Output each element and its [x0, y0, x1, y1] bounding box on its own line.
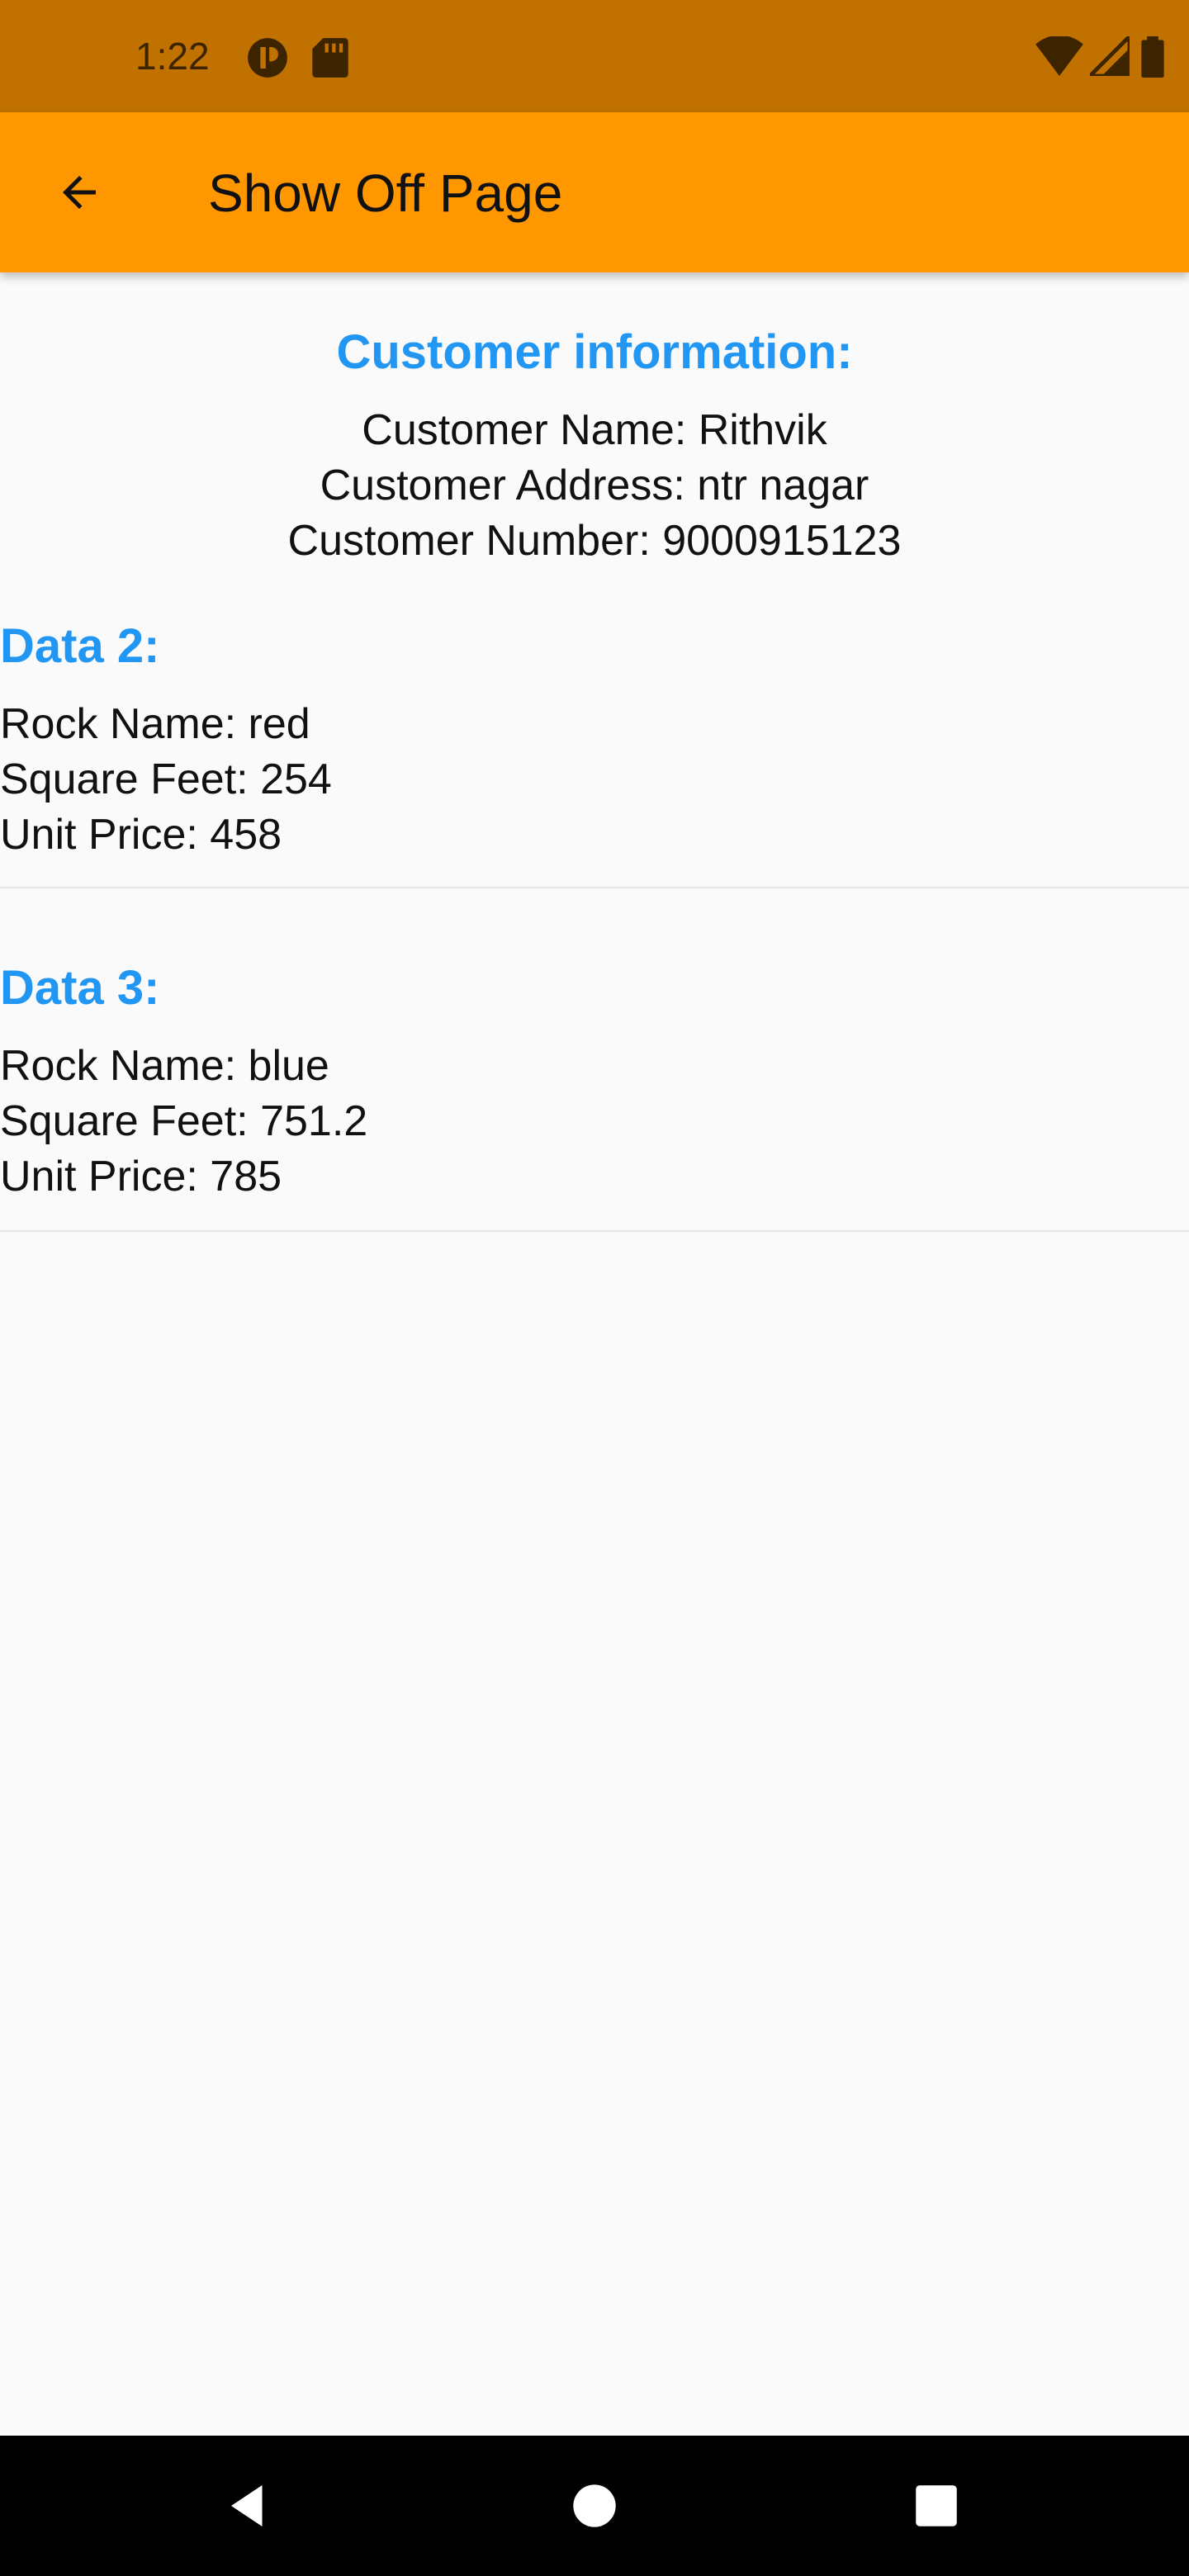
back-button[interactable] — [33, 146, 126, 239]
data-item: Data 2: Rock Name: red Square Feet: 254 … — [0, 618, 1189, 888]
wifi-icon — [1035, 35, 1083, 80]
screen: 1:22 Show Off Page Customer information:… — [0, 0, 1189, 2576]
data-item-details: Rock Name: blue Square Feet: 751.2 Unit … — [0, 1039, 367, 1205]
customer-number: Customer Number: 9000915123 — [287, 517, 902, 565]
data-item-heading: Data 2: — [0, 619, 160, 673]
unit-price: Unit Price: 785 — [0, 1153, 282, 1200]
square-recents-icon — [916, 2485, 957, 2526]
cell-signal-icon — [1085, 31, 1132, 80]
nav-recents-button[interactable] — [895, 2465, 978, 2547]
rock-name: Rock Name: red — [0, 700, 310, 748]
nav-back-button[interactable] — [206, 2465, 289, 2547]
page-title: Show Off Page — [208, 163, 563, 223]
data-item-heading: Data 3: — [0, 961, 160, 1015]
status-time: 1:22 — [135, 35, 210, 78]
triangle-back-icon — [231, 2485, 263, 2526]
system-nav-bar — [0, 2436, 1189, 2576]
square-feet: Square Feet: 751.2 — [0, 1097, 368, 1145]
data-item-details: Rock Name: red Square Feet: 254 Unit Pri… — [0, 697, 332, 863]
customer-name: Customer Name: Rithvik — [362, 406, 827, 454]
arrow-back-icon — [63, 176, 96, 209]
customer-info-heading: Customer information: — [336, 325, 853, 379]
nav-home-button[interactable] — [553, 2465, 636, 2547]
customer-info: Customer Name: Rithvik Customer Address:… — [0, 403, 1189, 569]
circle-home-icon — [573, 2484, 616, 2527]
status-bar: 1:22 — [0, 0, 1189, 112]
data-item: Data 3: Rock Name: blue Square Feet: 751… — [0, 959, 1189, 1232]
customer-address: Customer Address: ntr nagar — [320, 462, 869, 509]
square-feet: Square Feet: 254 — [0, 755, 332, 803]
data-saver-icon — [246, 36, 289, 83]
rock-name: Rock Name: blue — [0, 1042, 329, 1090]
sd-card-icon — [312, 36, 348, 83]
unit-price: Unit Price: 458 — [0, 811, 282, 859]
app-bar: Show Off Page — [0, 112, 1189, 272]
battery-icon — [1141, 36, 1164, 82]
